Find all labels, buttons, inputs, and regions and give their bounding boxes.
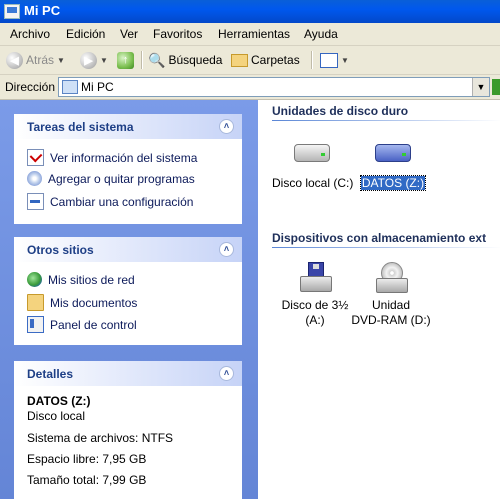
place-network[interactable]: Mis sitios de red: [27, 272, 135, 287]
forward-button[interactable]: ▶ ▼: [80, 50, 108, 70]
place-label: Mis sitios de red: [48, 272, 135, 287]
task-label: Ver información del sistema: [50, 150, 198, 165]
hard-drive-icon: [294, 144, 330, 162]
menu-edicion[interactable]: Edición: [66, 27, 105, 41]
place-label: Panel de control: [50, 317, 137, 332]
up-folder-button[interactable]: ↑: [117, 50, 134, 70]
drive-label: Disco local (C:): [272, 176, 354, 190]
place-documents[interactable]: Mis documentos: [27, 294, 137, 311]
panel-title: Detalles: [27, 367, 74, 381]
menu-herramientas[interactable]: Herramientas: [218, 27, 290, 41]
hard-drives-heading: Unidades de disco duro: [272, 104, 409, 118]
place-control-panel[interactable]: Panel de control: [27, 316, 137, 333]
drive-d[interactable]: Unidad DVD-RAM (D:): [348, 262, 434, 328]
dvd-drive-icon: [376, 262, 408, 294]
collapse-icon[interactable]: ˄: [219, 366, 234, 381]
other-places-panel: Otros sitios ˄ Mis sitios de red Mis doc…: [14, 237, 242, 345]
drive-label-selected: DATOS (Z:): [358, 175, 428, 191]
toolbar-separator: [141, 51, 143, 69]
back-label: Atrás: [26, 53, 55, 67]
hard-drive-blue-icon: [375, 144, 411, 162]
drive-z[interactable]: DATOS (Z:): [358, 144, 428, 191]
views-icon: [320, 52, 338, 68]
window-title: Mi PC: [24, 3, 61, 18]
place-label: Mis documentos: [50, 295, 138, 310]
up-folder-icon: ↑: [117, 51, 134, 69]
other-places-header[interactable]: Otros sitios ˄: [14, 237, 242, 262]
forward-arrow-icon: ▶: [80, 51, 97, 69]
task-label: Cambiar una configuración: [50, 194, 194, 209]
menu-ver[interactable]: Ver: [120, 27, 138, 41]
system-tasks-header[interactable]: Tareas del sistema ˄: [14, 114, 242, 139]
toolbar-separator: [311, 51, 313, 69]
system-info-icon: [27, 149, 44, 166]
my-computer-icon: [4, 4, 20, 19]
system-tasks-panel: Tareas del sistema ˄ Ver información del…: [14, 114, 242, 224]
my-computer-icon: [62, 80, 78, 94]
other-places-body: Mis sitios de red Mis documentos Panel d…: [14, 262, 242, 345]
address-bar: Dirección Mi PC ▼: [0, 75, 500, 100]
title-bar[interactable]: Mi PC: [0, 0, 500, 23]
collapse-icon[interactable]: ˄: [219, 119, 234, 134]
search-button[interactable]: 🔍 Búsqueda: [148, 50, 222, 70]
back-arrow-icon: ◀: [6, 51, 23, 69]
details-header[interactable]: Detalles ˄: [14, 361, 242, 386]
drive-label-line2: DVD-RAM (D:): [351, 313, 431, 327]
drive-label-line1: Disco de 3½: [281, 298, 349, 312]
drive-label: Disco de 3½ (A:): [272, 298, 358, 328]
content-pane: Unidades de disco duro Disco local (C:) …: [258, 100, 500, 499]
drive-label: DATOS (Z:): [359, 175, 427, 191]
drive-label-line2: (A:): [305, 313, 325, 327]
drive-a[interactable]: Disco de 3½ (A:): [272, 262, 358, 328]
search-icon: 🔍: [148, 51, 166, 68]
task-view-system-info[interactable]: Ver información del sistema: [27, 149, 197, 166]
details-filesystem: Sistema de archivos: NTFS: [27, 431, 174, 445]
chevron-down-icon[interactable]: ▼: [100, 56, 108, 65]
task-label: Agregar o quitar programas: [48, 171, 195, 186]
folders-button[interactable]: Carpetas: [231, 50, 300, 70]
details-name: DATOS (Z:): [27, 394, 91, 408]
chevron-down-icon[interactable]: ▼: [341, 56, 349, 65]
menu-archivo[interactable]: Archivo: [10, 27, 50, 41]
address-input[interactable]: Mi PC ▼: [58, 77, 490, 97]
menu-ayuda[interactable]: Ayuda: [304, 27, 338, 41]
views-button[interactable]: ▼: [320, 50, 349, 70]
details-free-space: Espacio libre: 7,95 GB: [27, 452, 147, 466]
chevron-down-icon[interactable]: ▼: [57, 56, 65, 65]
menu-favoritos[interactable]: Favoritos: [153, 27, 202, 41]
menu-bar: Archivo Edición Ver Favoritos Herramient…: [0, 23, 500, 46]
toolbar: ◀ Atrás ▼ ▶ ▼ ↑ 🔍 Búsqueda Carpetas ▼: [0, 46, 500, 75]
folders-icon: [231, 53, 248, 67]
details-body: DATOS (Z:) Disco local Sistema de archiv…: [14, 386, 242, 499]
collapse-icon[interactable]: ˄: [219, 242, 234, 257]
details-total-size: Tamaño total: 7,99 GB: [27, 473, 147, 487]
panel-title: Otros sitios: [27, 243, 94, 257]
details-type: Disco local: [27, 409, 86, 423]
task-pane: Tareas del sistema ˄ Ver información del…: [0, 100, 258, 499]
drive-label-line1: Unidad: [371, 298, 411, 312]
back-button[interactable]: ◀ Atrás ▼: [6, 50, 65, 70]
system-tasks-body: Ver información del sistema Agregar o qu…: [14, 139, 242, 224]
add-remove-programs-icon: [27, 171, 42, 186]
task-add-remove-programs[interactable]: Agregar o quitar programas: [27, 171, 195, 186]
chevron-down-icon[interactable]: ▼: [472, 78, 489, 96]
drive-c[interactable]: Disco local (C:): [272, 144, 354, 191]
control-settings-icon: [27, 193, 44, 210]
section-divider: [272, 247, 500, 248]
drive-label: Unidad DVD-RAM (D:): [348, 298, 434, 328]
folders-label: Carpetas: [251, 53, 300, 67]
my-documents-icon: [27, 294, 44, 311]
control-panel-icon: [27, 316, 44, 333]
removable-heading: Dispositivos con almacenamiento ext: [272, 231, 487, 245]
task-change-setting[interactable]: Cambiar una configuración: [27, 193, 193, 210]
go-button[interactable]: [492, 79, 500, 95]
search-label: Búsqueda: [168, 53, 223, 67]
floppy-drive-icon: [300, 262, 332, 292]
address-value: Mi PC: [81, 80, 114, 94]
address-label: Dirección: [5, 80, 56, 94]
panel-title: Tareas del sistema: [27, 120, 134, 134]
network-places-icon: [27, 272, 42, 287]
details-panel: Detalles ˄ DATOS (Z:) Disco local Sistem…: [14, 361, 242, 499]
section-divider: [272, 120, 500, 121]
